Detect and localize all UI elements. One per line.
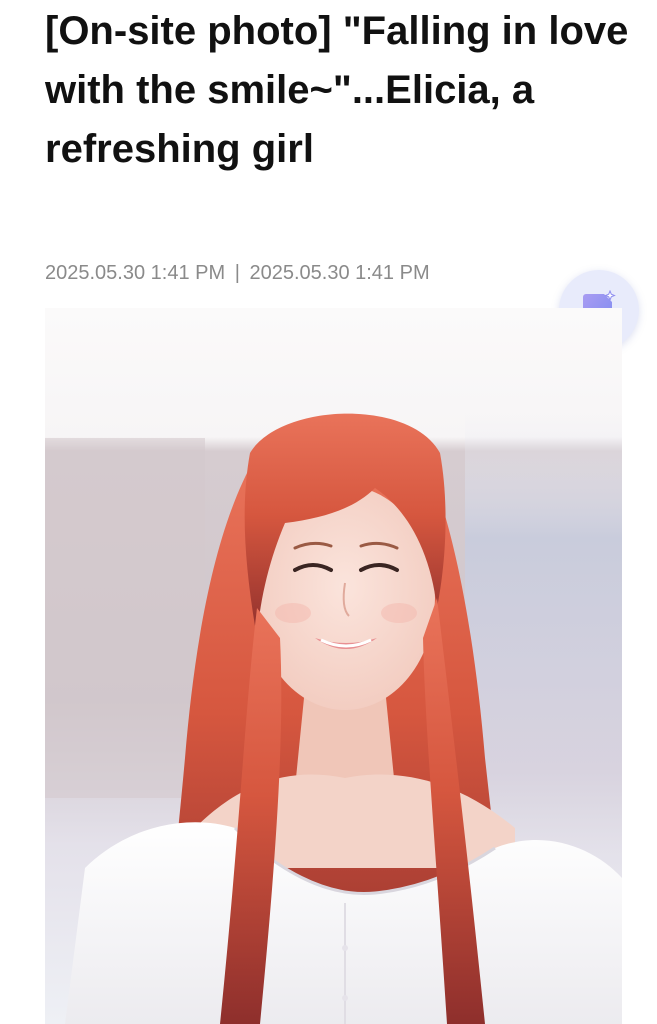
date-separator: | — [234, 262, 240, 284]
published-date: 2025.05.30 1:41 PM — [45, 262, 226, 284]
article-meta: 2025.05.30 1:41 PM | 2025.05.30 1:41 PM — [45, 262, 430, 285]
article-photo — [45, 308, 622, 1024]
updated-date: 2025.05.30 1:41 PM — [249, 262, 430, 284]
article-headline: [On-site photo] "Falling in love with th… — [45, 9, 629, 171]
woman-portrait-illustration — [45, 308, 622, 1024]
article-page: [On-site photo] "Falling in love with th… — [0, 0, 657, 1024]
